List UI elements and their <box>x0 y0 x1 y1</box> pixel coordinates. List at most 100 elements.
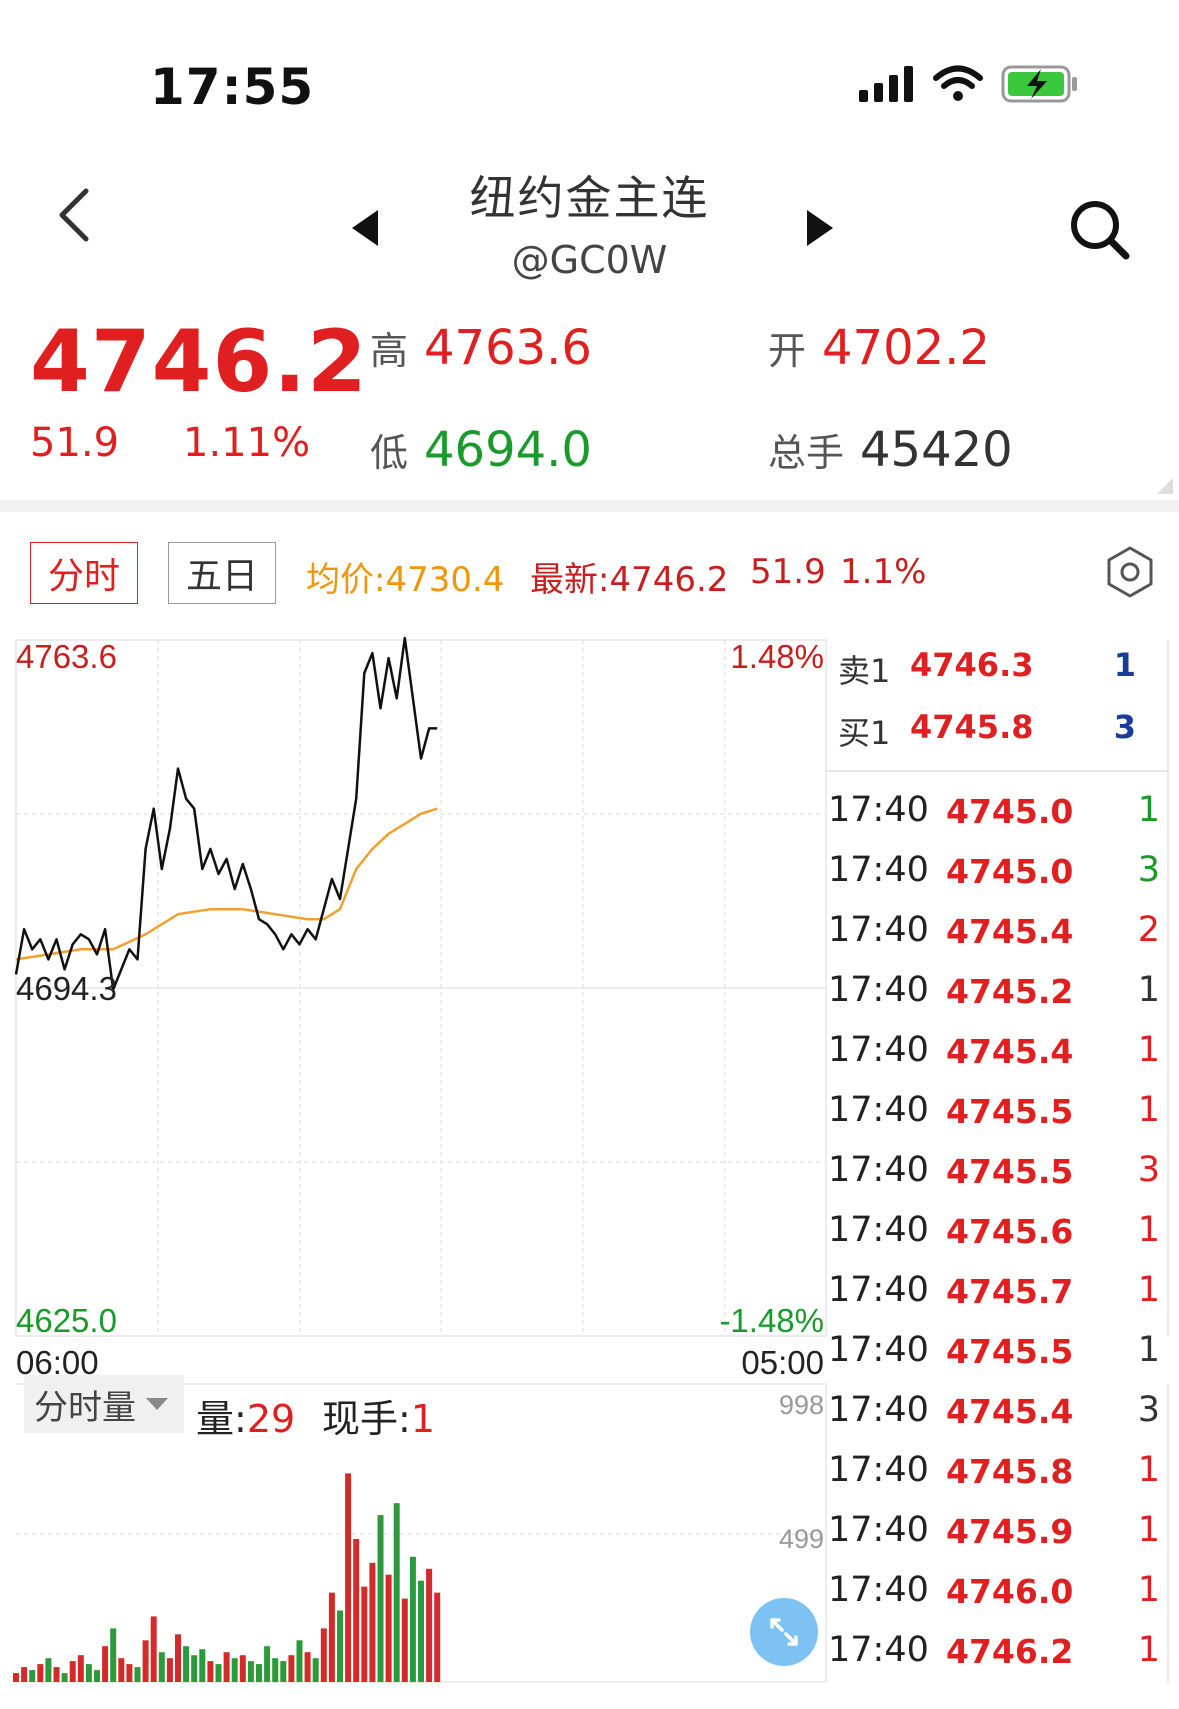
settings-hexagon-icon <box>1107 546 1153 598</box>
tick-price: 4745.8 <box>946 1452 1074 1491</box>
contract-name: 纽约金主连 <box>469 171 710 225</box>
volume-bar <box>61 1673 68 1682</box>
volume-bar <box>353 1539 360 1682</box>
tick-row: 17:40 4745.4 3 <box>826 1380 1168 1440</box>
price-change: 51.9 <box>30 420 120 466</box>
volume-bar <box>21 1667 28 1682</box>
tick-price: 4746.0 <box>946 1572 1074 1611</box>
bid-qty: 3 <box>1113 708 1136 746</box>
tick-qty: 3 <box>1137 1150 1160 1190</box>
volume-bar <box>199 1649 206 1682</box>
volume-bar <box>94 1670 100 1682</box>
tick-qty: 1 <box>1137 970 1160 1010</box>
open-label: 开 <box>768 329 807 373</box>
tick-time: 17:40 <box>828 1450 929 1490</box>
chart-toolbar: 分时 五日 均价:4730.4 最新:4746.2 51.9 1.1% <box>0 512 1179 622</box>
status-bar: 17:55 <box>0 0 1179 150</box>
volume-bar <box>385 1574 392 1682</box>
tick-time: 17:40 <box>828 1210 929 1250</box>
open-item: 开 4702.2 <box>768 320 990 376</box>
tick-time: 17:40 <box>828 850 929 890</box>
tick-row: 17:40 4745.8 1 <box>826 1440 1168 1500</box>
volume-bar <box>110 1628 117 1682</box>
ask-row[interactable]: 卖1 4746.3 1 <box>826 632 1166 694</box>
quote-panel: 4746.2 51.9 1.11% 高 4763.6 低 4694.0 开 4702.… <box>0 290 1179 500</box>
pct-top-label: 1.48% <box>730 638 824 675</box>
volume-bar <box>215 1664 222 1682</box>
hand-label: 现手:1 <box>322 1397 435 1441</box>
avg-price: 均价:4730.4 <box>306 560 505 600</box>
tick-qty: 1 <box>1137 1210 1160 1250</box>
tick-row: 17:40 4746.2 1 <box>826 1620 1168 1680</box>
tick-price: 4745.5 <box>946 1092 1074 1131</box>
volume-bar <box>166 1658 173 1682</box>
volume-bar <box>223 1652 230 1682</box>
volume-bar <box>77 1655 84 1682</box>
volume-bar <box>118 1658 125 1682</box>
volume-bar <box>13 1673 19 1682</box>
tick-qty: 3 <box>1137 1390 1160 1430</box>
contract-code: @GC0W <box>511 238 668 282</box>
tab-five-day[interactable]: 五日 <box>168 542 276 604</box>
tick-qty: 3 <box>1137 850 1160 890</box>
status-icons <box>859 64 1079 104</box>
tab-five-day-label: 五日 <box>185 556 258 597</box>
signal-icon <box>859 66 913 102</box>
battery-charging-icon <box>1001 65 1077 103</box>
corner-mark <box>1157 478 1173 498</box>
high-label: 高 <box>370 329 409 373</box>
volume-bar <box>85 1664 92 1682</box>
volume-bar <box>377 1515 384 1682</box>
price-change-pct: 1.11% <box>183 420 311 466</box>
next-contract-button[interactable] <box>795 200 845 256</box>
volume-bar <box>126 1664 133 1682</box>
tick-row: 17:40 4745.0 3 <box>826 840 1168 900</box>
volume-bar <box>256 1664 262 1682</box>
tick-time: 17:40 <box>828 790 929 830</box>
tick-time: 17:40 <box>828 1570 929 1610</box>
high-value: 4763.6 <box>424 320 592 376</box>
y-axis-mid-label: 4694.3 <box>16 970 117 1007</box>
last-price: 4746.2 <box>30 312 368 412</box>
volume-bar <box>53 1667 60 1682</box>
volume-indicator-label: 分时量 <box>34 1387 136 1428</box>
volume-bar <box>393 1503 400 1682</box>
ask-price: 4746.3 <box>910 646 1034 684</box>
pct-bottom-label: -1.48% <box>719 1302 824 1339</box>
bid-price: 4745.8 <box>910 708 1034 746</box>
chart-settings-button[interactable] <box>1100 542 1160 602</box>
tick-row: 17:40 4745.9 1 <box>826 1500 1168 1560</box>
volume-label-text: 量: <box>196 1397 247 1441</box>
fullscreen-button[interactable] <box>750 1598 818 1666</box>
tick-row: 17:40 4745.4 1 <box>826 1020 1168 1080</box>
volume-bar <box>272 1658 279 1682</box>
bid-row[interactable]: 买1 4745.8 3 <box>826 694 1166 756</box>
tick-list[interactable]: 17:40 4745.0 1 17:40 4745.0 3 17:40 4745.4 2 17:4… <box>826 780 1168 1680</box>
hand-label-text: 现手: <box>322 1397 411 1441</box>
high-item: 高 4763.6 <box>370 320 592 376</box>
volume-bar <box>288 1655 295 1682</box>
caret-down-icon <box>146 1398 168 1410</box>
volume-bar <box>191 1655 198 1682</box>
latest-change: 51.9 <box>750 552 826 592</box>
price-grid <box>15 639 827 1337</box>
hand-value: 1 <box>411 1397 435 1441</box>
volume-indicator-dropdown[interactable]: 分时量 <box>24 1375 184 1433</box>
tick-qty: 1 <box>1137 1510 1160 1550</box>
tab-intraday[interactable]: 分时 <box>30 542 138 604</box>
volume-bar <box>264 1646 271 1682</box>
wifi-icon <box>933 65 983 101</box>
low-label: 低 <box>370 431 409 475</box>
tick-price: 4746.2 <box>946 1632 1074 1671</box>
tick-row: 17:40 4745.6 1 <box>826 1200 1168 1260</box>
search-button[interactable] <box>1060 190 1140 270</box>
tick-price: 4745.4 <box>946 912 1074 951</box>
volume-item: 总手 45420 <box>768 422 1013 478</box>
volume-value: 45420 <box>860 422 1013 478</box>
tick-qty: 2 <box>1137 910 1160 950</box>
volume-bar <box>418 1580 424 1682</box>
tick-qty: 1 <box>1137 1570 1160 1610</box>
volume-mid-label: 499 <box>779 1524 824 1554</box>
volume-bar <box>337 1610 343 1682</box>
tick-time: 17:40 <box>828 1030 929 1070</box>
